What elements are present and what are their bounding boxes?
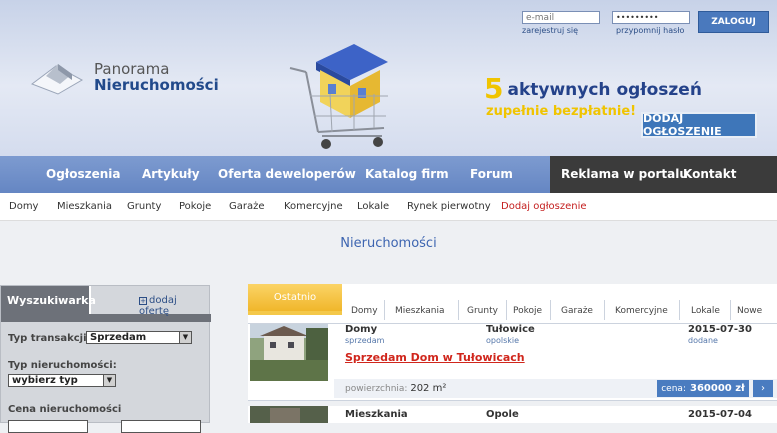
promo-text: aktywnych ogłoszeń [507,80,702,100]
nav-item-kontakt[interactable]: Kontakt [683,167,736,181]
title-bar: Nieruchomości [0,221,777,267]
listing-date: 2015-07-30 [688,324,752,335]
tab-separator [730,300,731,320]
listing-category: Mieszkania [345,409,408,420]
listing-city: Opole [486,409,519,420]
add-listing-button[interactable]: DODAJ OGŁOSZENIE [641,112,757,138]
transaction-type-value: Sprzedam [90,332,147,343]
promo-number: 5 [484,72,504,105]
listing-price-label: cena: [661,383,686,394]
tab-mieszkania[interactable]: Mieszkania [395,306,445,316]
nav-item-reklama[interactable]: Reklama w portalu [561,167,688,181]
tab-lokale[interactable]: Lokale [691,306,720,316]
tab-nowe[interactable]: Nowe [737,306,762,316]
subnav-item-grunty[interactable]: Grunty [127,201,161,212]
subnav-item-domy[interactable]: Domy [9,201,38,212]
tab-separator [506,300,507,320]
shopping-cart-house-image [289,44,388,149]
listing-item[interactable]: Mieszkania Opole 2015-07-04 [248,406,777,423]
page-title: Nieruchomości [340,236,437,251]
tab-pokoje[interactable]: Pokoje [513,306,542,316]
tab-garaze[interactable]: Garaże [561,306,593,316]
tab-separator [604,300,605,320]
nav-item-oferta-deweloperow[interactable]: Oferta deweloperów [218,167,356,181]
register-link[interactable]: zarejestruj się [522,26,578,35]
password-input[interactable] [612,11,690,24]
listing-area-label: powierzchnia: [345,384,408,394]
add-offer-link[interactable]: + dodaj ofertę [139,295,209,317]
tab-active-underline [248,311,342,315]
search-tab[interactable]: Wyszukiwarka [1,286,96,314]
subnav-item-pokoje[interactable]: Pokoje [179,201,211,212]
subnav-item-mieszkania[interactable]: Mieszkania [57,201,112,212]
main-nav: Ogłoszenia Artykuły Oferta deweloperów K… [0,156,777,193]
plus-icon: + [139,297,147,305]
listing-region: opolskie [486,336,520,345]
listing-city: Tułowice [486,324,535,335]
property-type-select[interactable]: wybierz typ ▼ [8,374,116,387]
price-label: Cena nieruchomości [8,404,122,415]
subnav-item-dodaj-ogloszenie[interactable]: Dodaj ogłoszenie [501,201,587,212]
promo-subline: zupełnie bezpłatnie! [486,104,637,119]
listing-photo [250,324,328,381]
listing-date-label: dodane [688,336,718,345]
remind-password-link[interactable]: przypomnij hasło [616,26,684,35]
chevron-down-icon: ▼ [179,332,191,343]
login-button[interactable]: ZALOGUJ [698,11,769,33]
property-type-value: wybierz typ [12,375,78,386]
subnav-item-garaze[interactable]: Garaże [229,201,265,212]
listing-photo [250,406,328,423]
listing-tabs: Ostatnio Domy Mieszkania Grunty Pokoje G… [248,284,777,324]
listing-title-link[interactable]: Sprzedam Dom w Tułowicach [345,351,525,364]
tab-separator [679,300,680,320]
listing-footer: powierzchnia: 202 m² cena: 360000 zł › [334,379,777,398]
listing-price-button[interactable]: cena: 360000 zł [657,380,749,397]
nav-item-artykuly[interactable]: Artykuły [142,167,200,181]
listing-price-value: 360000 zł [689,383,745,394]
nav-item-katalog-firm[interactable]: Katalog firm [365,167,449,181]
promo-headline: 5 aktywnych ogłoszeń [484,72,702,105]
chevron-down-icon: ▼ [103,375,115,386]
nav-item-ogloszenia[interactable]: Ogłoszenia [46,167,121,181]
price-min-input[interactable] [8,420,88,433]
logo-house-icon [30,64,84,95]
subnav-item-komercyjne[interactable]: Komercyjne [284,201,343,212]
site-logo[interactable]: Panorama Nieruchomości [28,52,228,102]
tab-komercyjne[interactable]: Komercyjne [615,306,668,316]
transaction-type-select[interactable]: Sprzedam ▼ [86,331,192,344]
listing-date: 2015-07-04 [688,409,752,420]
header: Panorama Nieruchomości 5 aktywnych ogłosz… [0,0,777,156]
tab-domy[interactable]: Domy [351,306,378,316]
transaction-type-label: Typ transakcji: [8,333,91,344]
nav-item-forum[interactable]: Forum [470,167,513,181]
tab-grunty[interactable]: Grunty [467,306,498,316]
listing-area: powierzchnia: 202 m² [345,383,446,394]
subnav-item-lokale[interactable]: Lokale [357,201,389,212]
property-type-label: Typ nieruchomości: [8,360,117,371]
tab-separator [458,300,459,320]
listing-category: Domy [345,324,378,335]
sub-nav: Domy Mieszkania Grunty Pokoje Garaże Kom… [0,193,777,221]
tab-separator [384,300,385,320]
subnav-item-rynek-pierwotny[interactable]: Rynek pierwotny [407,201,491,212]
search-sidebar: Wyszukiwarka + dodaj ofertę Typ transakcj… [0,285,211,433]
tab-ostatnio[interactable]: Ostatnio [248,284,342,311]
listing-area-value: 202 m² [410,383,447,394]
tab-separator [550,300,551,320]
listing-type: sprzedam [345,336,385,345]
logo-text-line2: Nieruchomości [94,76,219,94]
email-input[interactable] [522,11,600,24]
price-max-input[interactable] [121,420,201,433]
listing-item[interactable]: Domy sprzedam Tułowice opolskie 2015-07-… [248,324,777,401]
chevron-right-icon[interactable]: › [753,380,773,397]
